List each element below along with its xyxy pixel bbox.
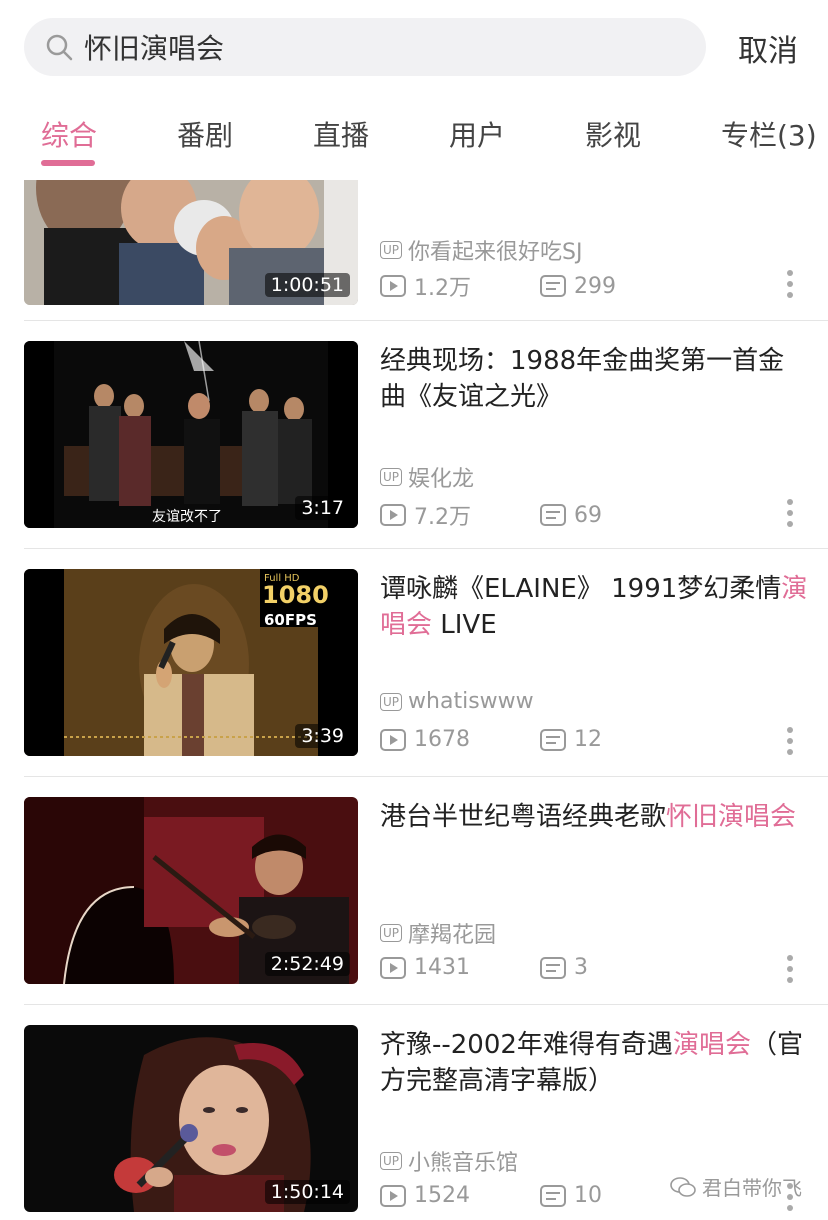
divider [24,776,828,777]
cancel-button[interactable]: 取消 [738,26,798,70]
uploader-row[interactable]: UP whatiswww [380,689,534,714]
stats-row: 7.2万 69 [380,499,602,531]
tab-active-indicator [41,160,95,166]
danmaku-count: 12 [540,727,602,752]
video-title[interactable]: 经典现场：1988年金曲奖第一首金曲《友谊之光》 [380,343,810,415]
tab-live[interactable]: 直播 [313,114,369,154]
divider [24,548,828,549]
video-duration: 1:00:51 [264,273,350,297]
danmaku-count: 299 [540,274,616,299]
thumbnail-subtitle: 友谊改不了 [152,509,222,525]
tab-users[interactable]: 用户 [449,114,505,154]
view-count-value: 1678 [414,727,470,752]
view-count: 7.2万 [380,499,540,531]
play-count-icon [380,728,406,751]
more-options-button[interactable] [784,726,796,760]
view-count: 1678 [380,727,540,752]
uploader-name: whatiswww [408,689,534,714]
play-count-icon [380,275,406,297]
video-title[interactable]: 谭咏麟《ELAINE》 1991梦幻柔情演唱会 LIVE [380,571,810,643]
up-badge: UP [380,692,403,711]
search-icon [46,34,73,61]
danmaku-count: 3 [540,955,588,980]
video-thumbnail[interactable]: 1:00:51 [24,180,358,305]
view-count-value: 1524 [414,1183,470,1208]
up-badge: UP [380,241,403,259]
stats-row: 1431 3 [380,955,588,980]
video-thumbnail[interactable]: 2:52:49 [24,797,358,984]
danmaku-count-value: 10 [574,1183,602,1208]
danmaku-count: 69 [540,503,602,528]
up-badge: UP [380,924,403,942]
more-options-button[interactable] [784,954,796,988]
danmaku-count-value: 3 [574,955,588,980]
divider [24,320,828,321]
view-count-value: 1431 [414,955,470,980]
view-count: 1524 [380,1183,540,1208]
divider [24,1004,828,1005]
play-count-icon [380,956,406,979]
play-count-icon [380,1184,406,1207]
view-count: 1431 [380,955,540,980]
video-duration: 1:50:14 [264,1180,350,1204]
uploader-name: 小熊音乐馆 [408,1151,519,1176]
thumbnail-resolution-badge: 1080 [262,581,329,609]
tab-all[interactable]: 综合 [41,114,97,154]
search-bar[interactable] [24,18,706,76]
uploader-row[interactable]: UP 摩羯花园 [380,917,496,949]
more-options-button[interactable] [784,269,796,303]
uploader-row[interactable]: UP 你看起来很好吃SJ [380,234,583,266]
uploader-row[interactable]: UP 娱化龙 [380,461,474,493]
tab-bangumi[interactable]: 番剧 [177,114,233,154]
play-count-icon [380,504,406,526]
result-list[interactable]: 1:00:51 UP 你看起来很好吃SJ 1.2万 299 友谊改不了 3:17… [0,180,828,1220]
danmaku-icon [540,504,566,526]
search-input[interactable] [84,30,644,64]
list-item[interactable]: 2:52:49 港台半世纪粤语经典老歌怀旧演唱会 UP 摩羯花园 1431 3 [0,797,828,1025]
video-thumbnail[interactable]: 1:50:14 [24,1025,358,1212]
view-count-value: 7.2万 [414,505,471,530]
view-count: 1.2万 [380,270,540,302]
video-thumbnail[interactable]: 友谊改不了 3:17 [24,341,358,528]
video-duration: 3:17 [295,496,350,520]
danmaku-icon [540,956,566,979]
view-count-value: 1.2万 [414,276,471,301]
video-thumbnail[interactable]: Full HD 1080 60FPS 3:39 [24,569,358,756]
uploader-name: 你看起来很好吃SJ [408,240,583,265]
danmaku-icon [540,275,566,297]
stats-row: 1678 12 [380,727,602,752]
tab-movies[interactable]: 影视 [585,114,641,154]
watermark: 君白带你飞 [670,1172,802,1201]
danmaku-icon [540,1184,566,1207]
danmaku-count-value: 69 [574,502,602,528]
video-title[interactable]: 港台半世纪粤语经典老歌怀旧演唱会 [380,799,810,835]
tab-articles[interactable]: 专栏(3) [721,114,817,154]
uploader-name: 摩羯花园 [408,923,497,948]
video-duration: 2:52:49 [264,952,350,976]
thumbnail-fps-badge: 60FPS [264,611,317,629]
stats-row: 1524 10 [380,1183,602,1208]
list-item[interactable]: Full HD 1080 60FPS 3:39 谭咏麟《ELAINE》 1991… [0,569,828,797]
watermark-text: 君白带你飞 [702,1176,802,1200]
video-duration: 3:39 [295,724,350,748]
danmaku-count-value: 299 [574,273,616,299]
list-item[interactable]: 友谊改不了 3:17 经典现场：1988年金曲奖第一首金曲《友谊之光》 UP 娱… [0,341,828,569]
up-badge: UP [380,468,403,486]
wechat-icon [670,1176,696,1197]
danmaku-count: 10 [540,1183,602,1208]
uploader-name: 娱化龙 [408,467,475,492]
video-title[interactable]: 齐豫--2002年难得有奇遇演唱会（官方完整高清字幕版） [380,1027,810,1099]
danmaku-icon [540,728,566,751]
uploader-row[interactable]: UP 小熊音乐馆 [380,1145,518,1177]
more-options-button[interactable] [784,498,796,532]
up-badge: UP [380,1152,403,1170]
stats-row: 1.2万 299 [380,270,616,302]
list-item[interactable]: 1:00:51 UP 你看起来很好吃SJ 1.2万 299 [0,180,828,346]
danmaku-count-value: 12 [574,727,602,752]
tab-bar: 综合 番剧 直播 用户 影视 专栏(3) [0,100,828,170]
